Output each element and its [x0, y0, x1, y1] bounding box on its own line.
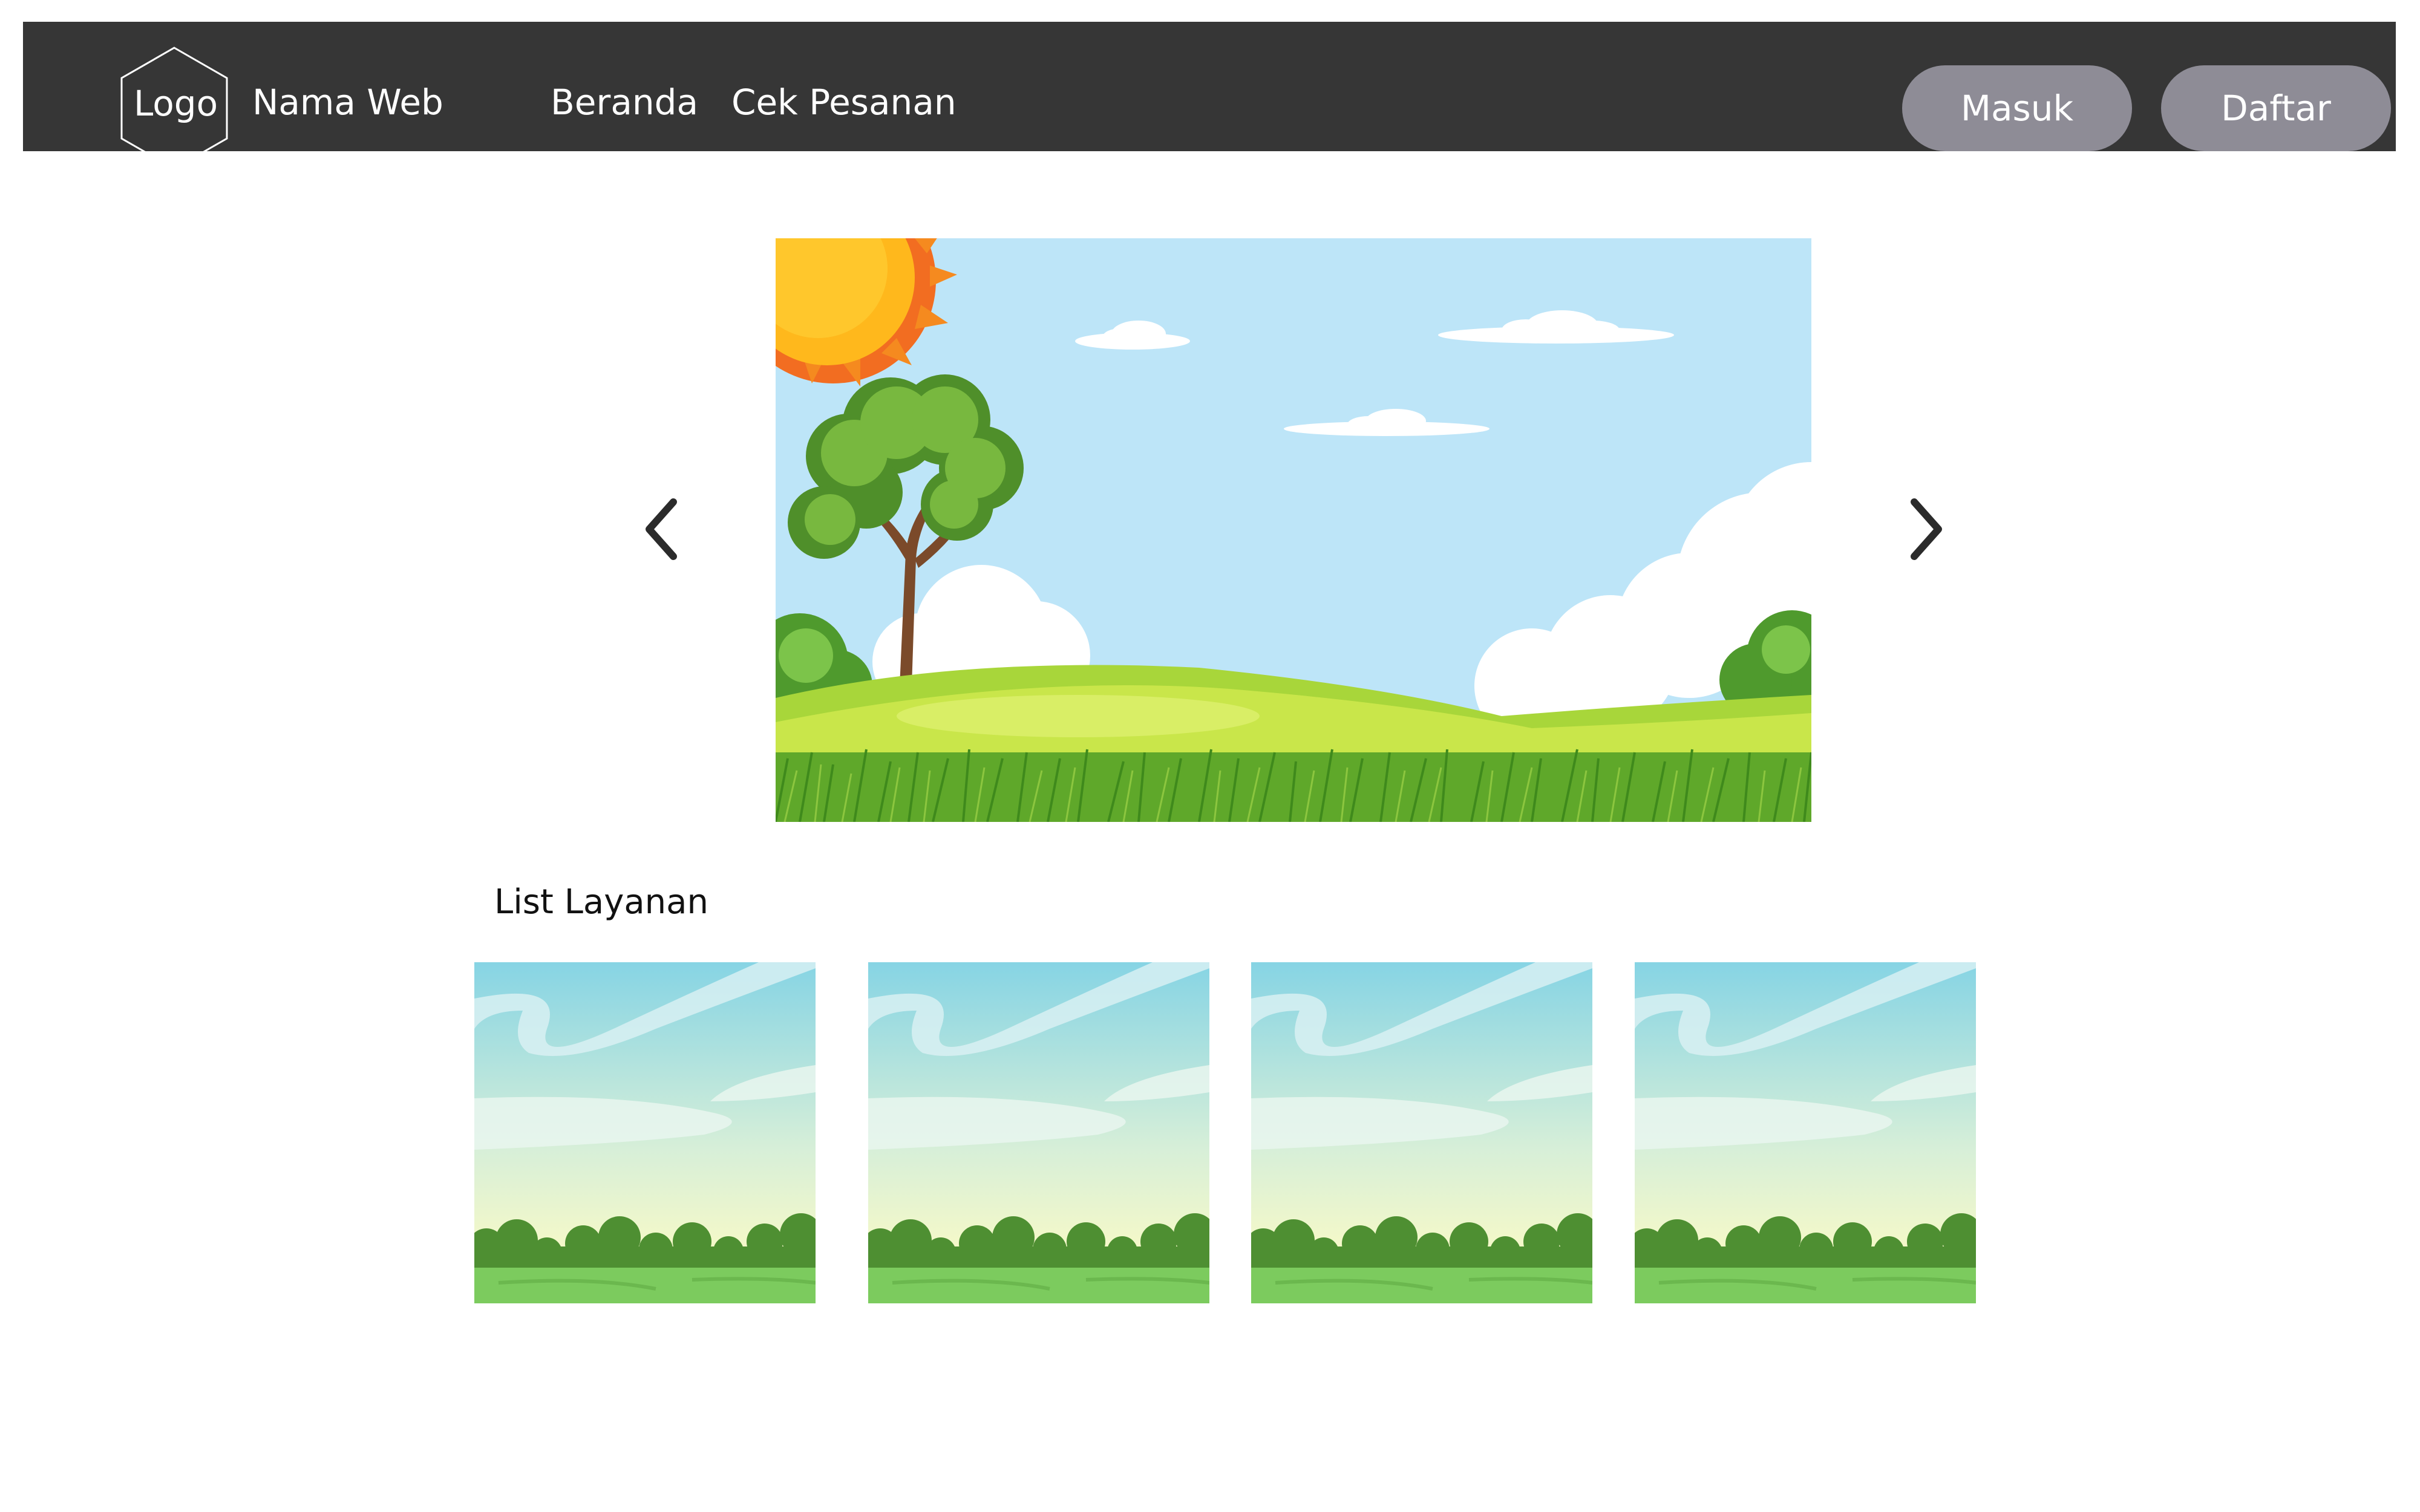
service-card[interactable]: [474, 962, 816, 1303]
service-card[interactable]: [1251, 962, 1592, 1303]
nav-link-cek-pesanan[interactable]: Cek Pesanan: [731, 81, 957, 123]
site-name[interactable]: Nama Web: [252, 81, 443, 123]
nav-link-beranda[interactable]: Beranda: [551, 81, 698, 123]
login-button[interactable]: Masuk: [1902, 65, 2132, 151]
landscape-thumbnail: [1251, 962, 1592, 1303]
service-card[interactable]: [1635, 962, 1976, 1303]
register-button[interactable]: Daftar: [2161, 65, 2391, 151]
landscape-thumbnail: [868, 962, 1209, 1303]
carousel-image: [776, 238, 1811, 822]
chevron-right-icon[interactable]: [1901, 496, 1949, 562]
landscape-thumbnail: [1635, 962, 1976, 1303]
landscape-thumbnail: [474, 962, 816, 1303]
chevron-left-icon[interactable]: [638, 496, 687, 562]
service-card[interactable]: [868, 962, 1209, 1303]
top-navbar: Logo Nama Web Beranda Cek Pesanan Masuk …: [23, 22, 2396, 170]
services-section-title: List Layanan: [494, 882, 708, 922]
logo-label: Logo: [134, 83, 218, 124]
